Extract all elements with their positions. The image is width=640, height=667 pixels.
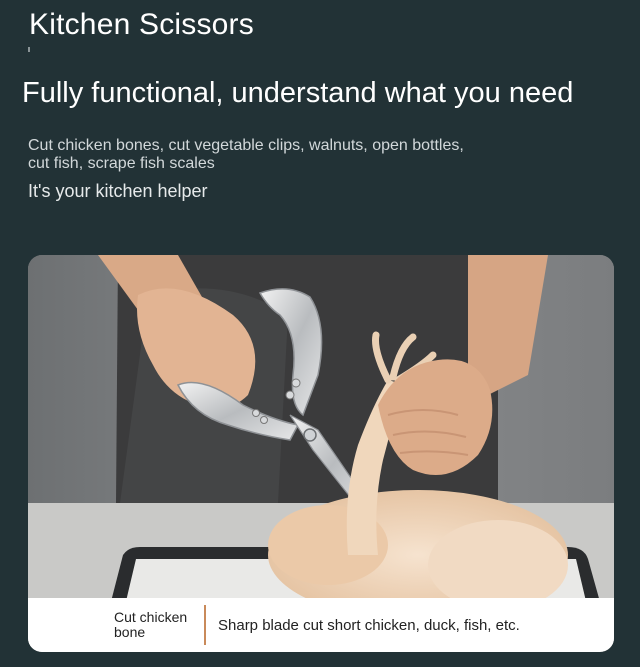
caption-left: Cut chicken bone: [114, 609, 188, 640]
description: Cut chicken bones, cut vegetable clips, …: [28, 137, 548, 173]
caption-divider: [204, 605, 206, 645]
headline: Fully functional, understand what you ne…: [22, 77, 574, 109]
description-line-2: cut fish, scrape fish scales: [28, 155, 215, 172]
description-line-1: Cut chicken bones, cut vegetable clips, …: [28, 137, 464, 154]
caption-bar: Cut chicken bone Sharp blade cut short c…: [28, 598, 614, 652]
product-photo: Cut chicken bone Sharp blade cut short c…: [28, 255, 614, 652]
scissors-pivot: [303, 428, 317, 442]
title-tick-mark: [28, 47, 30, 52]
scissors-cutting-chicken-illustration: [28, 255, 614, 652]
caption-right: Sharp blade cut short chicken, duck, fis…: [218, 616, 520, 634]
page-title: Kitchen Scissors: [29, 8, 254, 41]
helper-text: It's your kitchen helper: [28, 181, 208, 201]
